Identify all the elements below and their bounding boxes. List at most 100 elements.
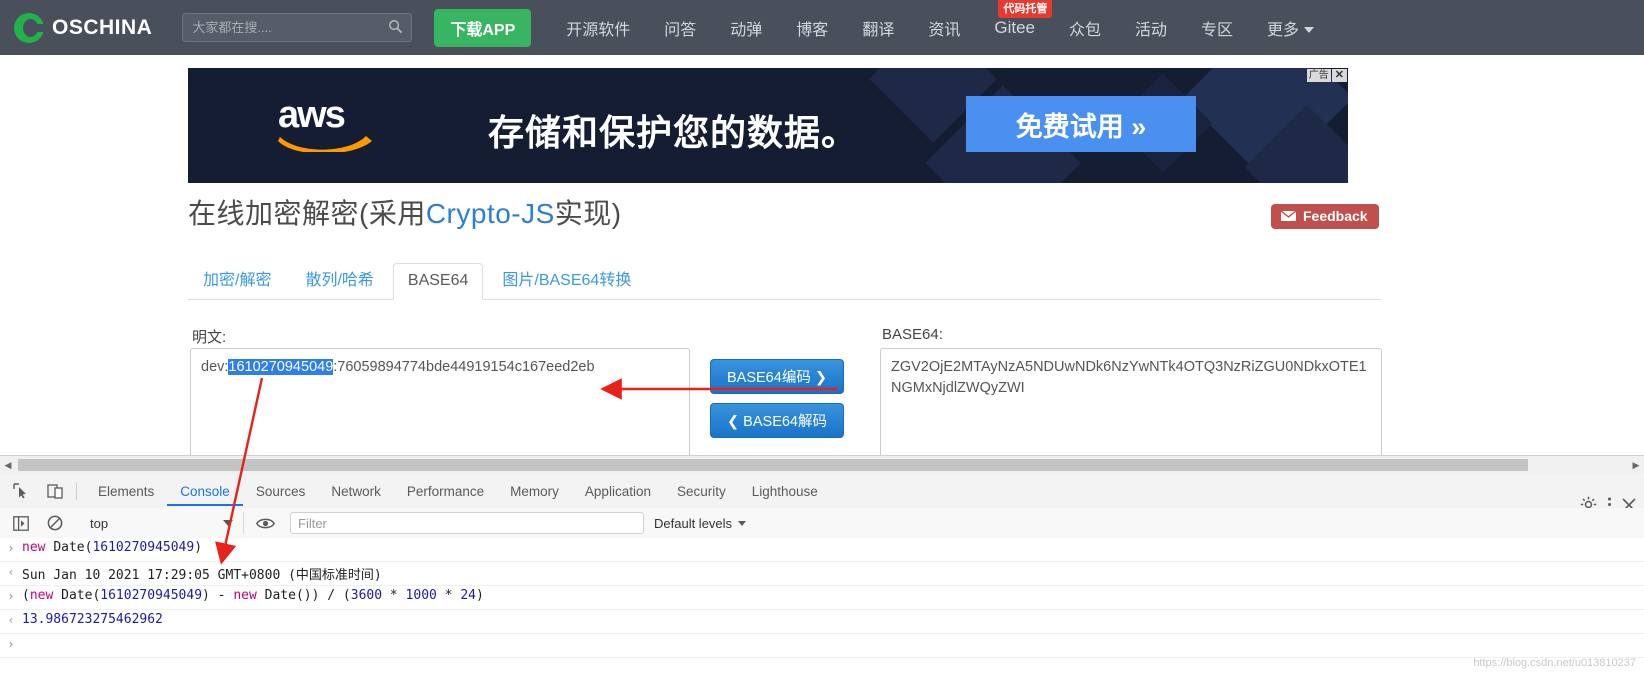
console-row: ‹13.986723275462962 — [0, 610, 1644, 634]
devtools-panel: ◀ ▶ Elements Console Sources Network — [0, 455, 1644, 693]
nav-item-crowdsourcing[interactable]: 众包 — [1069, 16, 1101, 40]
base64-label: BASE64: — [882, 326, 943, 343]
console-levels-selector[interactable]: Default levels — [654, 516, 746, 531]
feedback-label: Feedback — [1303, 208, 1368, 224]
nav-item-events[interactable]: 活动 — [1135, 16, 1167, 40]
nav-item-gitee-label: Gitee — [994, 18, 1035, 37]
ad-headline: 存储和保护您的数据。 — [488, 104, 858, 156]
nav-item-news[interactable]: 资讯 — [928, 16, 960, 40]
browser-page: OSCHINA 下载APP 开源软件 问答 动弹 博客 翻译 资讯 代码托管 G… — [0, 0, 1644, 693]
toolbar-divider — [76, 482, 77, 500]
plaintext-textarea[interactable]: dev:1610270945049:76059894774bde44919154… — [190, 348, 690, 458]
advertisement-banner[interactable]: aws 存储和保护您的数据。 免费试用 » 广告 ✕ — [188, 68, 1348, 183]
console-filter-input[interactable] — [290, 512, 644, 534]
scroll-right-icon[interactable]: ▶ — [1628, 460, 1644, 471]
devtools-tab-sources[interactable]: Sources — [243, 476, 319, 506]
ad-flag: 广告 ✕ — [1307, 69, 1347, 82]
chevron-down-icon — [738, 521, 746, 526]
scrollbar-thumb[interactable] — [18, 459, 1528, 471]
devtools-tab-application[interactable]: Application — [572, 476, 664, 506]
ad-cta-button[interactable]: 免费试用 » — [966, 96, 1196, 152]
tab-base64[interactable]: BASE64 — [393, 263, 483, 300]
scroll-left-icon[interactable]: ◀ — [0, 460, 16, 471]
plaintext-suffix: :76059894774bde44919154c167eed2eb — [333, 359, 594, 375]
console-row: ›new Date(1610270945049) — [0, 538, 1644, 562]
console-input-marker-icon: › — [0, 588, 22, 603]
site-logo[interactable]: OSCHINA — [14, 13, 152, 43]
ad-close-icon[interactable]: ✕ — [1332, 69, 1347, 82]
aws-wordmark: aws — [278, 96, 398, 134]
nav-item-more-label: 更多 — [1267, 22, 1299, 39]
console-row-text: Sun Jan 10 2021 17:29:05 GMT+0800 (中国标准时… — [22, 564, 382, 583]
main-nav: 开源软件 问答 动弹 博客 翻译 资讯 代码托管 Gitee 众包 活动 专区 … — [549, 16, 1331, 40]
converter-tabs: 加密/解密 散列/哈希 BASE64 图片/BASE64转换 — [188, 262, 1381, 300]
gitee-badge: 代码托管 — [998, 0, 1052, 18]
plaintext-label: 明文: — [192, 326, 226, 347]
nav-item-zone[interactable]: 专区 — [1201, 16, 1233, 40]
oschina-logo-icon — [14, 13, 44, 43]
console-row: ‹Sun Jan 10 2021 17:29:05 GMT+0800 (中国标准… — [0, 562, 1644, 586]
tab-encrypt-decrypt[interactable]: 加密/解密 — [188, 257, 286, 300]
console-input-marker-icon: › — [0, 540, 22, 555]
console-sidebar-icon[interactable] — [8, 511, 34, 535]
inspect-element-icon[interactable] — [8, 479, 34, 503]
base64-encode-button[interactable]: BASE64编码 ❯ — [710, 359, 844, 394]
device-toolbar-icon[interactable] — [42, 479, 68, 503]
devtools-tab-network[interactable]: Network — [318, 476, 394, 506]
watermark: https://blog.csdn.net/u013810237 — [1473, 657, 1636, 669]
site-search[interactable] — [182, 13, 412, 42]
devtools-tab-security[interactable]: Security — [664, 476, 739, 506]
nav-item-more[interactable]: 更多 — [1267, 16, 1314, 40]
aws-smile-icon — [278, 132, 374, 152]
site-header: OSCHINA 下载APP 开源软件 问答 动弹 博客 翻译 资讯 代码托管 G… — [0, 0, 1644, 55]
console-input-marker-icon: › — [0, 636, 22, 651]
console-output-marker-icon: ‹ — [0, 564, 22, 579]
nav-item-qa[interactable]: 问答 — [664, 16, 696, 40]
chevron-down-icon — [223, 520, 233, 526]
console-row-text: new Date(1610270945049) — [22, 540, 202, 555]
nav-item-tweet[interactable]: 动弹 — [730, 16, 762, 40]
console-levels-value: Default levels — [654, 516, 732, 531]
eye-icon[interactable] — [252, 511, 278, 535]
aws-logo-icon: aws — [278, 96, 398, 154]
base64-textarea[interactable]: ZGV2OjE2MTAyNzA5NDUwNDk6NzYwNTk4OTQ3NzRi… — [880, 348, 1382, 458]
page-title-suffix: 实现) — [555, 198, 622, 229]
console-output: ›new Date(1610270945049)‹Sun Jan 10 2021… — [0, 538, 1644, 693]
nav-item-opensource[interactable]: 开源软件 — [566, 16, 630, 40]
page-title: 在线加密解密(采用Crypto-JS实现) — [188, 192, 622, 232]
devtools-tab-performance[interactable]: Performance — [394, 476, 497, 506]
tab-hash[interactable]: 散列/哈希 — [290, 257, 388, 300]
envelope-icon — [1280, 210, 1297, 222]
ad-label: 广告 — [1307, 69, 1331, 82]
console-row: ›(new Date(1610270945049) - new Date()) … — [0, 586, 1644, 610]
devtools-tab-elements[interactable]: Elements — [85, 476, 167, 506]
tab-image-base64[interactable]: 图片/BASE64转换 — [487, 257, 646, 300]
console-output-marker-icon: ‹ — [0, 612, 22, 627]
plaintext-selected-timestamp: 1610270945049 — [228, 359, 333, 375]
site-logo-text: OSCHINA — [52, 16, 152, 40]
devtools-tab-lighthouse[interactable]: Lighthouse — [739, 476, 831, 506]
chevron-down-icon — [1304, 27, 1314, 33]
console-context-value: top — [90, 516, 108, 531]
page-horizontal-scrollbar[interactable]: ◀ ▶ — [0, 456, 1644, 474]
devtools-tabbar: Elements Console Sources Network Perform… — [0, 474, 1644, 509]
console-context-selector[interactable]: top — [78, 512, 244, 534]
console-row-text: (new Date(1610270945049) - new Date()) /… — [22, 588, 484, 603]
search-input[interactable] — [183, 14, 379, 41]
console-toolbar: top Default levels — [0, 508, 1644, 539]
base64-decode-button[interactable]: ❮ BASE64解码 — [710, 403, 844, 438]
clear-console-icon[interactable] — [42, 511, 68, 535]
nav-item-gitee[interactable]: 代码托管 Gitee — [994, 18, 1035, 38]
devtools-tab-memory[interactable]: Memory — [497, 476, 572, 506]
page-title-highlight: Crypto-JS — [426, 198, 555, 229]
nav-item-blog[interactable]: 博客 — [796, 16, 828, 40]
devtools-tab-console[interactable]: Console — [167, 476, 243, 506]
console-row-text: 13.986723275462962 — [22, 612, 163, 627]
search-icon[interactable] — [388, 19, 403, 34]
nav-item-translate[interactable]: 翻译 — [862, 16, 894, 40]
download-app-button[interactable]: 下载APP — [434, 9, 531, 47]
plaintext-prefix: dev: — [201, 359, 228, 375]
console-row: › — [0, 634, 1644, 658]
feedback-button[interactable]: Feedback — [1271, 204, 1379, 229]
page-title-prefix: 在线加密解密(采用 — [188, 198, 426, 229]
